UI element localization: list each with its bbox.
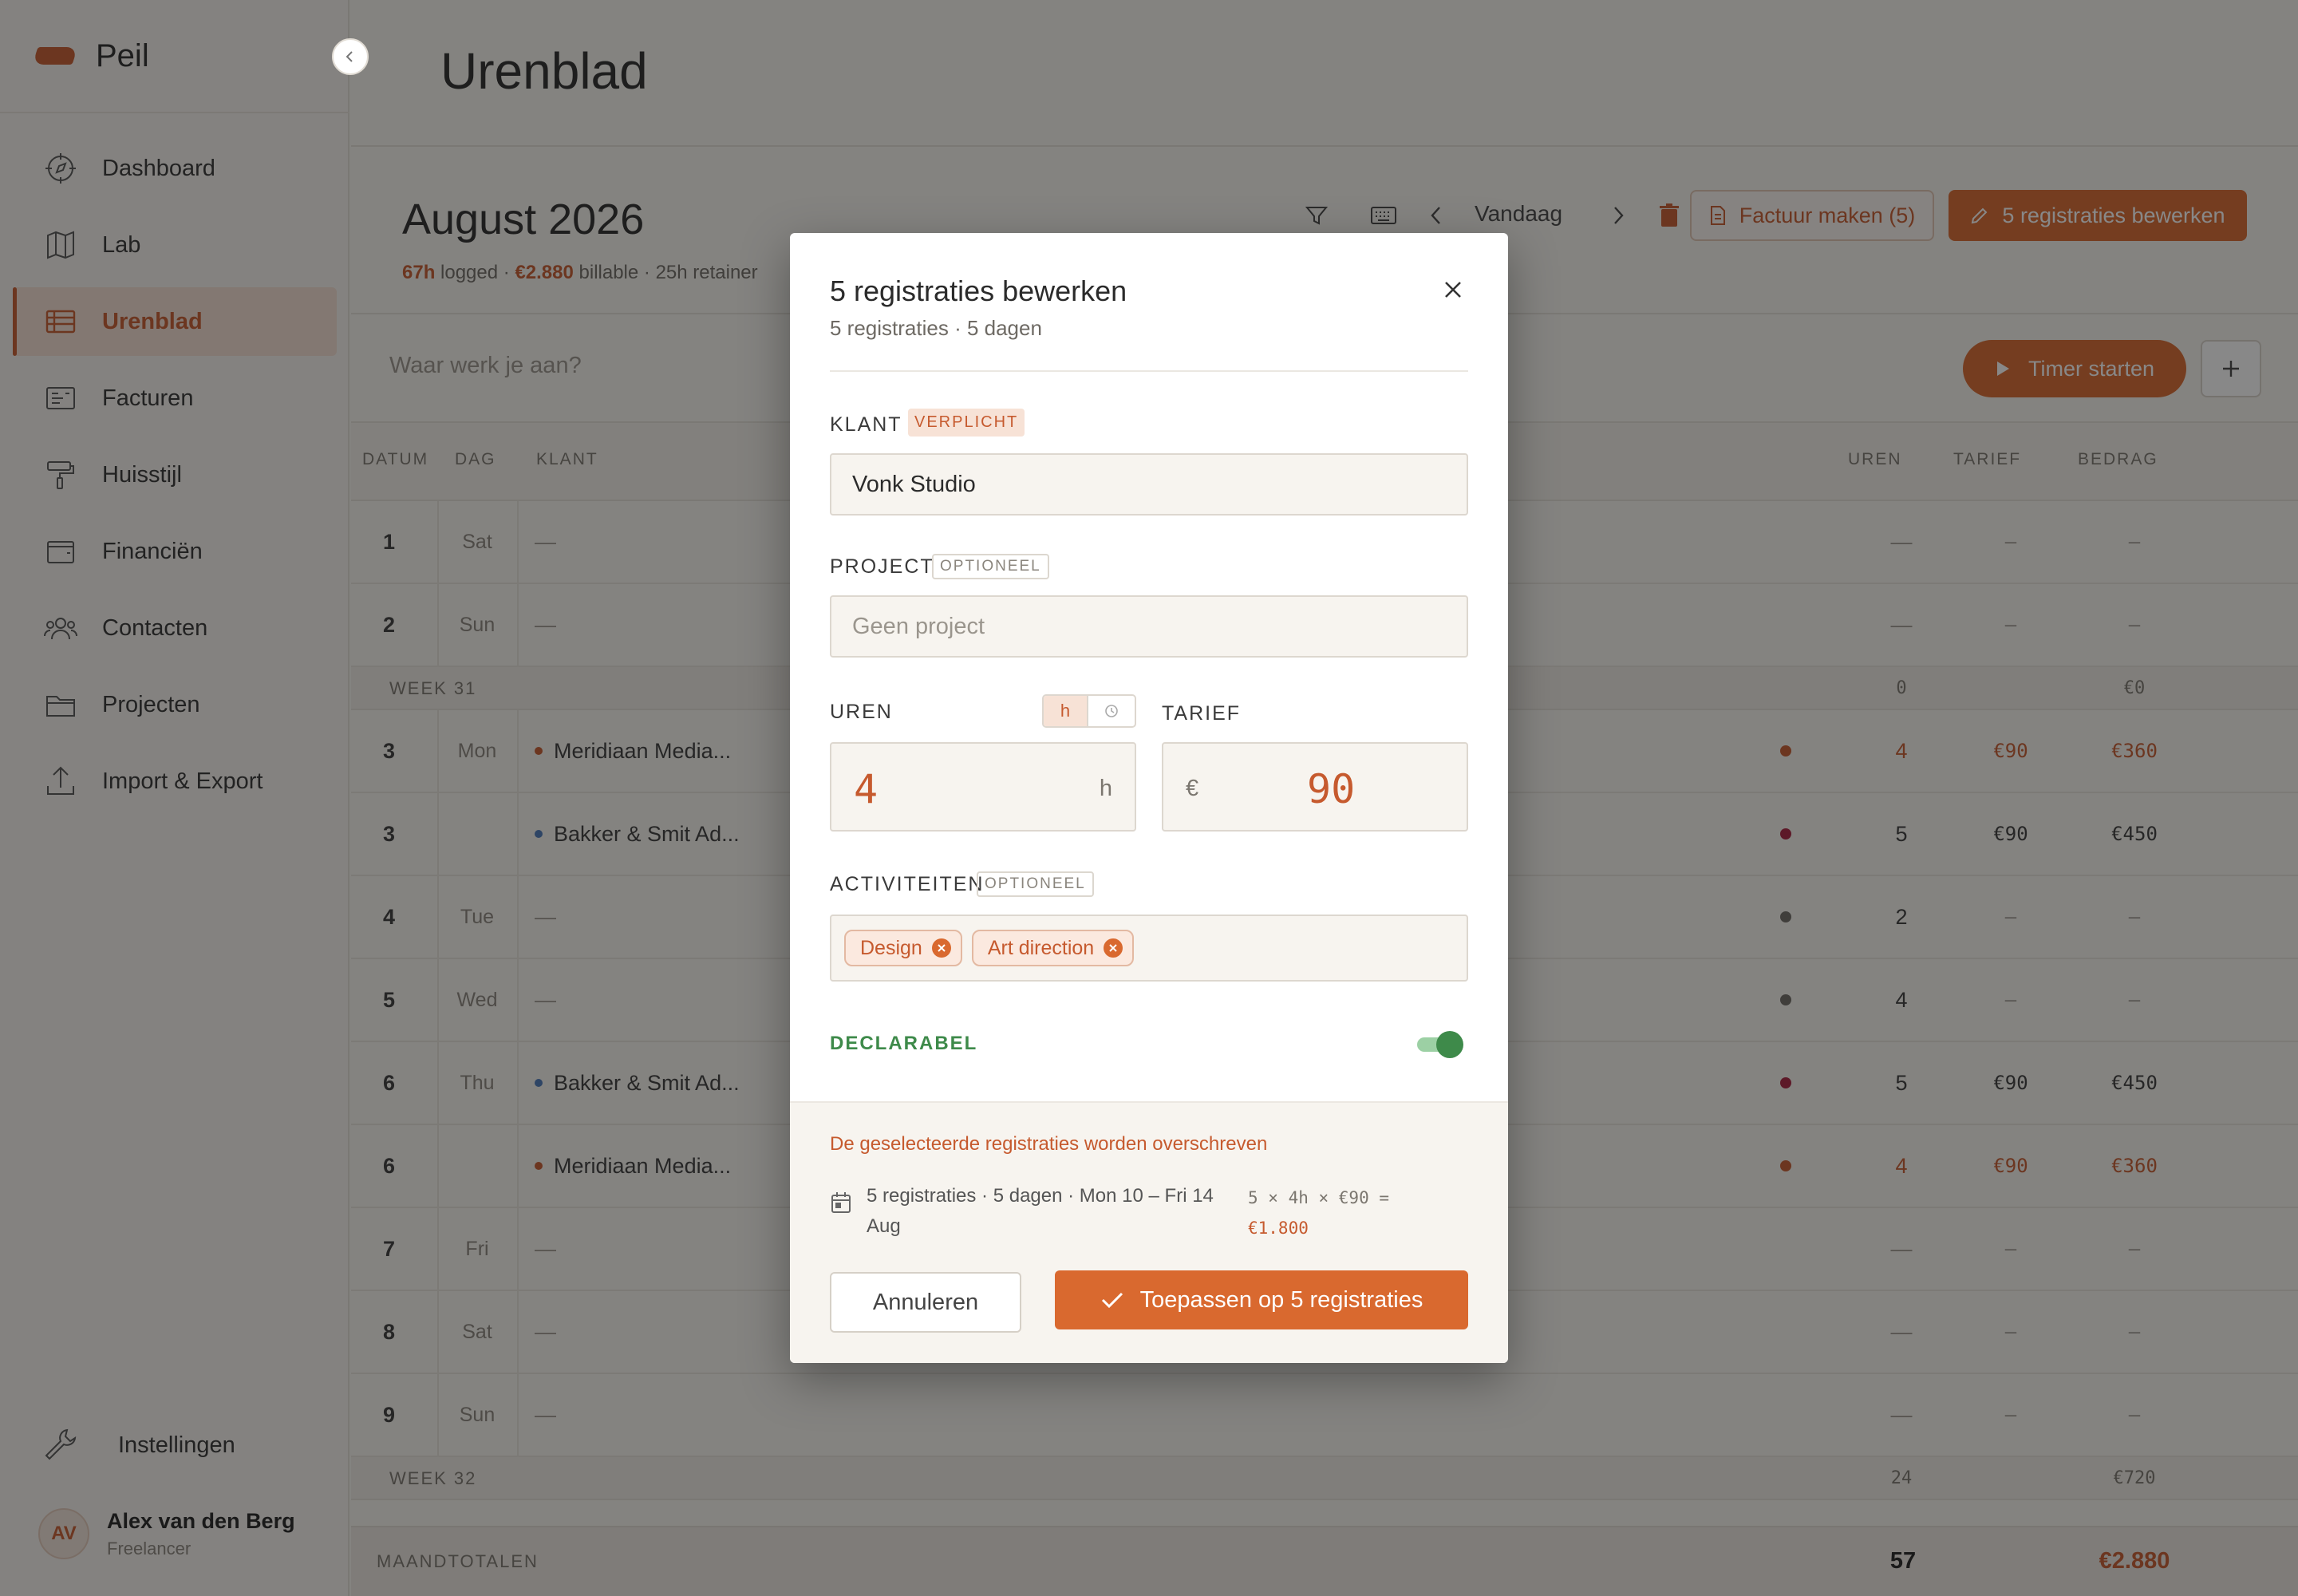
billable-label: DECLARABEL — [830, 1033, 978, 1054]
check-icon — [1101, 1292, 1123, 1309]
unit-clock-option[interactable] — [1088, 696, 1135, 726]
hours-label: UREN — [830, 701, 893, 723]
modal-title: 5 registraties bewerken — [830, 275, 1127, 307]
activities-label: ACTIVITEITEN — [830, 873, 985, 895]
project-field[interactable]: Geen project — [830, 595, 1468, 658]
calculation-result: €1.800 — [1248, 1219, 1309, 1238]
optional-badge: OPTIONEEL — [977, 871, 1094, 897]
selection-detail: 5 registraties · 5 dagen · Mon 10 – Fri … — [867, 1185, 1214, 1237]
optional-badge: OPTIONEEL — [932, 554, 1049, 579]
calculation-formula: 5 × 4h × €90 = — [1248, 1188, 1390, 1207]
cancel-button[interactable]: Annuleren — [830, 1272, 1021, 1333]
activity-chip-label: Design — [860, 936, 922, 959]
hours-unit: h — [1099, 776, 1112, 801]
activity-chip-label: Art direction — [987, 936, 1095, 959]
activity-chip[interactable]: Design — [844, 930, 962, 966]
bulk-edit-modal: 5 registraties bewerken 5 registraties ·… — [790, 233, 1508, 1363]
modal-subtitle: 5 registraties · 5 dagen — [830, 316, 1042, 340]
required-badge: VERPLICHT — [908, 409, 1025, 437]
chevron-left-icon — [345, 51, 353, 62]
close-icon — [1445, 282, 1461, 298]
hours-value: 4 — [854, 766, 879, 812]
billable-toggle[interactable] — [1414, 1029, 1463, 1058]
rate-value: 90 — [1307, 766, 1356, 812]
rate-input[interactable]: € 90 — [1162, 742, 1468, 832]
collapse-sidebar-button[interactable] — [332, 38, 369, 75]
hours-unit-toggle[interactable]: h — [1042, 694, 1136, 728]
project-label: PROJECT — [830, 555, 934, 578]
hours-input[interactable]: 4 h — [830, 742, 1136, 832]
toggle-knob — [1436, 1031, 1463, 1058]
calendar-icon — [831, 1192, 851, 1213]
apply-button-label: Toepassen op 5 registraties — [1139, 1286, 1423, 1313]
currency-symbol: € — [1186, 776, 1199, 801]
modal-footer: De geselecteerde registraties worden ove… — [790, 1101, 1508, 1363]
overwrite-warning: De geselecteerde registraties worden ove… — [830, 1133, 1268, 1155]
activity-chip[interactable]: Art direction — [971, 930, 1135, 966]
remove-chip-icon[interactable] — [1104, 938, 1123, 958]
rate-label: TARIEF — [1162, 702, 1242, 725]
close-button[interactable] — [1433, 270, 1473, 310]
total-calculation: 5 × 4h × €90 = €1.800 — [1248, 1183, 1423, 1243]
client-field[interactable]: Vonk Studio — [830, 453, 1468, 516]
client-label: KLANT — [830, 413, 902, 436]
apply-button[interactable]: Toepassen op 5 registraties — [1055, 1270, 1468, 1329]
unit-hours-option[interactable]: h — [1044, 696, 1088, 726]
remove-chip-icon[interactable] — [931, 938, 951, 958]
clock-icon — [1105, 705, 1118, 717]
activities-field[interactable]: Design Art direction — [830, 915, 1468, 982]
divider — [830, 370, 1468, 372]
